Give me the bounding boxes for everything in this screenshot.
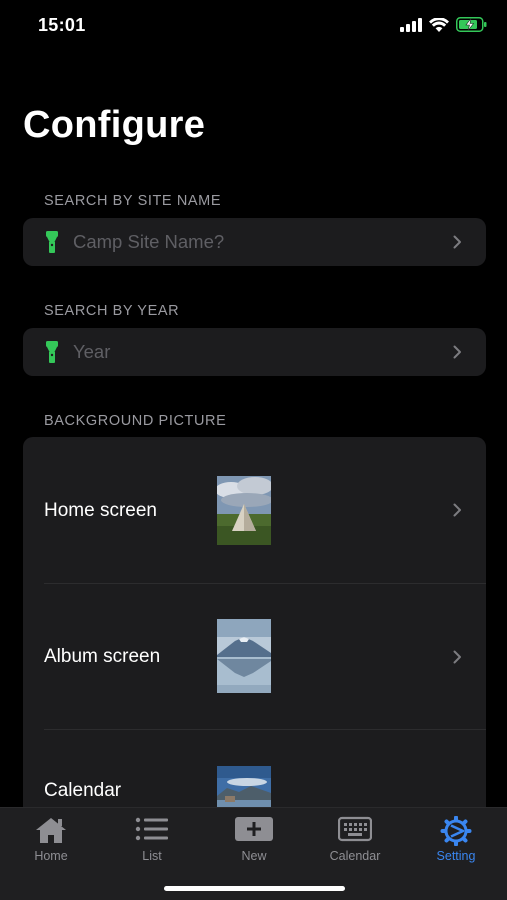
tab-home[interactable]: Home — [0, 808, 102, 868]
section-header-site-name: SEARCH BY SITE NAME — [44, 193, 222, 209]
row-label: Album screen — [44, 646, 161, 667]
row-label: Home screen — [44, 500, 157, 521]
tab-label: Home — [34, 849, 68, 863]
flashlight-icon — [46, 341, 58, 363]
page-title: Configure — [23, 104, 206, 146]
tab-label: List — [142, 849, 162, 863]
chevron-right-icon — [453, 650, 461, 664]
section-header-background: BACKGROUND PICTURE — [44, 413, 227, 429]
site-name-placeholder: Camp Site Name? — [73, 231, 225, 252]
year-placeholder: Year — [73, 341, 111, 362]
configure-screen: 15:01 Configure SEARCH BY SITE NAME Camp… — [0, 0, 507, 900]
site-name-search-field[interactable]: Camp Site Name? — [23, 218, 486, 266]
battery-charging-icon — [456, 17, 487, 32]
background-row-album[interactable]: Album screen — [23, 584, 486, 730]
chevron-right-icon — [453, 235, 461, 249]
tab-new[interactable]: New — [203, 808, 305, 868]
chevron-right-icon — [453, 503, 461, 517]
home-screen-thumbnail — [217, 476, 271, 545]
house-icon — [36, 818, 66, 843]
tab-label: Setting — [436, 849, 476, 863]
tab-label: New — [241, 849, 267, 863]
cellular-signal-icon — [400, 17, 422, 32]
wifi-icon — [429, 17, 449, 32]
background-row-home[interactable]: Home screen — [23, 437, 486, 583]
row-label: Calendar — [44, 780, 122, 801]
tab-setting[interactable]: Setting — [405, 808, 507, 868]
tab-label: Calendar — [329, 849, 381, 863]
plus-icon — [235, 817, 273, 841]
tab-calendar[interactable]: Calendar — [304, 808, 406, 868]
gear-icon — [440, 816, 472, 846]
status-bar: 15:01 — [0, 0, 507, 50]
list-icon — [135, 817, 168, 841]
flashlight-icon — [46, 231, 58, 253]
home-indicator — [164, 886, 345, 891]
album-screen-thumbnail — [217, 619, 271, 693]
status-time: 15:01 — [38, 15, 86, 35]
keyboard-icon — [338, 816, 372, 842]
year-search-field[interactable]: Year — [23, 328, 486, 376]
tab-list[interactable]: List — [101, 808, 203, 868]
section-header-year: SEARCH BY YEAR — [44, 303, 180, 319]
status-icons — [400, 17, 487, 32]
chevron-right-icon — [453, 345, 461, 359]
